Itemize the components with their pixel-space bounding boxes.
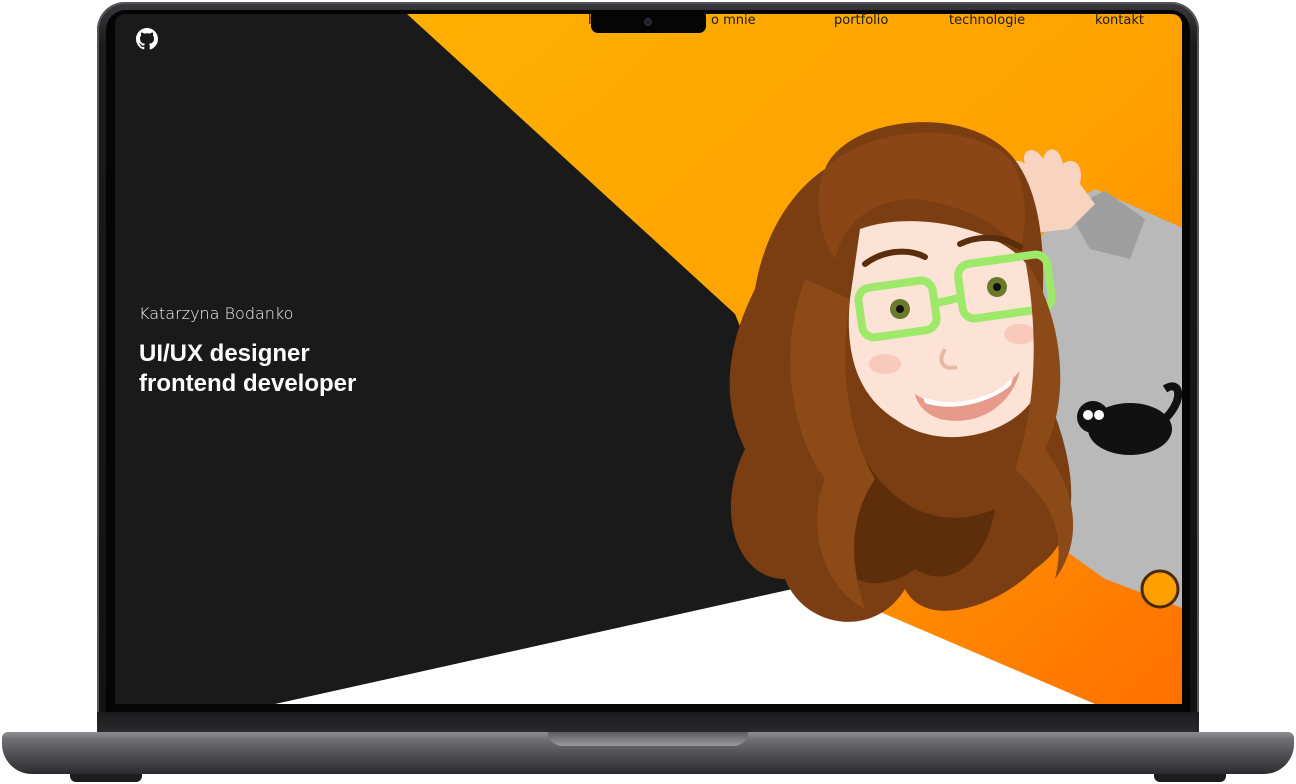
author-name: Katarzyna Bodanko [139,304,294,323]
laptop-opening-notch [548,732,748,746]
laptop-foot-left [70,774,142,782]
hero-text: Katarzyna Bodanko UI/UX designer fronten… [139,304,559,399]
page: home o mnie portfolio technologie kontak… [0,0,1296,784]
nav-o-mnie[interactable]: o mnie [711,14,756,28]
role-line-1: UI/UX designer [139,340,310,367]
badge-icon [1140,569,1180,609]
camera-notch [591,12,706,33]
nav-technologie[interactable]: technologie [949,14,1025,28]
camera-icon [644,18,652,26]
laptop-hinge [97,712,1199,732]
laptop-foot-right [1154,774,1226,782]
avatar-illustration [729,122,1182,622]
nav-portfolio[interactable]: portfolio [834,14,888,28]
nav-kontakt[interactable]: kontakt [1095,14,1144,28]
laptop-screen: home o mnie portfolio technologie kontak… [115,14,1182,704]
role-line-2: frontend developer [139,370,357,397]
